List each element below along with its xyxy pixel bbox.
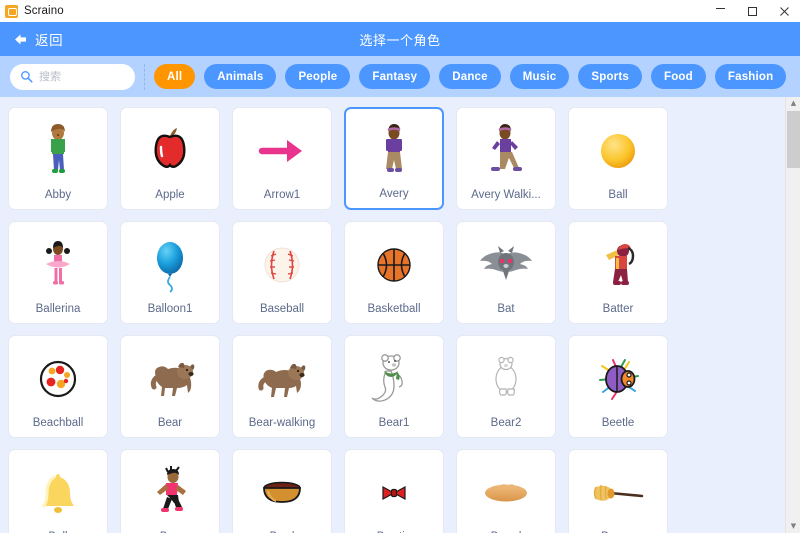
sprite-card[interactable]: Balloon1: [120, 221, 220, 324]
sprite-card[interactable]: Apple: [120, 107, 220, 210]
bowl-icon: [233, 450, 331, 531]
bear-walking-icon: [233, 336, 331, 417]
sprite-card-label: Bat: [497, 303, 515, 316]
sprite-card-label: Batter: [602, 303, 634, 316]
sprite-card-label: Avery: [379, 188, 409, 201]
scrollbar-thumb[interactable]: [787, 111, 800, 168]
window-controls: [704, 0, 800, 22]
sprite-card-label: Baseball: [259, 303, 305, 316]
close-button[interactable]: [768, 0, 800, 22]
broom-icon: [569, 450, 667, 531]
baseball-icon: [233, 222, 331, 303]
sprite-card[interactable]: Bear1: [344, 335, 444, 438]
boy-running-icon: [121, 450, 219, 531]
minimize-button[interactable]: [704, 0, 736, 22]
category-tag-music[interactable]: Music: [509, 64, 570, 89]
bear-outline-icon: [457, 336, 555, 417]
page-title: 选择一个角色: [359, 32, 441, 48]
category-tag-dance[interactable]: Dance: [439, 64, 501, 89]
sprite-card[interactable]: Avery: [344, 107, 444, 210]
sprite-card[interactable]: Arrow1: [232, 107, 332, 210]
sprite-card[interactable]: Broom: [568, 449, 668, 533]
sprite-card-label: Arrow1: [263, 189, 301, 202]
sprite-card-label: Ball: [608, 189, 628, 202]
vertical-scrollbar[interactable]: ▲ ▼: [785, 97, 800, 533]
filter-bar: All Animals People Fantasy Dance Music Sports F…: [0, 56, 800, 97]
sprite-card-label: Ballerina: [35, 303, 81, 316]
batter-icon: [569, 222, 667, 303]
scroll-down-arrow-icon[interactable]: ▼: [786, 520, 800, 533]
category-tag-list: All Animals People Fantasy Dance Music Sports F…: [154, 64, 800, 89]
sprite-card-label: Abby: [44, 189, 72, 202]
boy-walking-icon: [457, 108, 555, 189]
sprite-card[interactable]: Ballerina: [8, 221, 108, 324]
back-button[interactable]: 返回: [13, 22, 63, 56]
category-tag-people[interactable]: People: [285, 64, 351, 89]
app-title: Scraino: [24, 5, 64, 17]
category-tag-sports[interactable]: Sports: [578, 64, 642, 89]
sprite-card-label: Avery Walki...: [471, 189, 541, 202]
beachball-icon: [9, 336, 107, 417]
back-button-label: 返回: [35, 33, 64, 48]
sprite-card[interactable]: Bear-walking: [232, 335, 332, 438]
arrow-right-pink-icon: [233, 108, 331, 189]
sprite-card-label: Bear-walking: [248, 417, 316, 430]
beetle-icon: [569, 336, 667, 417]
search-input[interactable]: [39, 70, 127, 83]
sprite-card[interactable]: Bat: [456, 221, 556, 324]
ballerina-icon: [9, 222, 107, 303]
category-tag-fashion[interactable]: Fashion: [714, 64, 787, 89]
sprite-card[interactable]: Beachball: [8, 335, 108, 438]
category-tag-animals[interactable]: Animals: [204, 64, 277, 89]
filter-divider: [144, 63, 145, 90]
sprite-card[interactable]: Basketball: [344, 221, 444, 324]
blue-balloon-icon: [121, 222, 219, 303]
sprite-grid: Abby Apple Arrow1 Avery Avery Walki... B…: [0, 97, 785, 533]
sprite-card[interactable]: Batter: [568, 221, 668, 324]
sprite-card[interactable]: Ben: [120, 449, 220, 533]
app-logo-icon: [5, 4, 18, 18]
sprite-card-label: Bear2: [490, 417, 522, 430]
sprite-card[interactable]: Baseball: [232, 221, 332, 324]
boy-purple-shirt-icon: [346, 109, 442, 188]
sprite-card-label: Beachball: [32, 417, 84, 430]
category-tag-fantasy[interactable]: Fantasy: [359, 64, 431, 89]
category-tag-all[interactable]: All: [154, 64, 196, 89]
girl-green-shirt-icon: [9, 108, 107, 189]
bowtie-icon: [345, 450, 443, 531]
bell-icon: [9, 450, 107, 531]
sprite-library-panel: Abby Apple Arrow1 Avery Avery Walki... B…: [0, 97, 800, 533]
search-icon: [20, 70, 33, 83]
yellow-ball-icon: [569, 108, 667, 189]
sprite-card[interactable]: Abby: [8, 107, 108, 210]
sprite-card-label: Balloon1: [147, 303, 193, 316]
sprite-card-label: Apple: [155, 189, 185, 202]
sprite-card[interactable]: Bell: [8, 449, 108, 533]
sprite-card[interactable]: Bear2: [456, 335, 556, 438]
arrow-left-icon: [13, 32, 28, 47]
category-tag-food[interactable]: Food: [650, 64, 706, 89]
bear-icon: [121, 336, 219, 417]
sprite-card[interactable]: Bowl: [232, 449, 332, 533]
apple-icon: [121, 108, 219, 189]
sprite-card-label: Basketball: [367, 303, 421, 316]
window-titlebar: Scraino: [0, 0, 800, 22]
sprite-card[interactable]: Bear: [120, 335, 220, 438]
bear-outline-scarf-icon: [345, 336, 443, 417]
bread-icon: [457, 450, 555, 531]
sprite-card-label: Bear: [157, 417, 183, 430]
scroll-up-arrow-icon[interactable]: ▲: [786, 97, 800, 110]
sprite-card[interactable]: Beetle: [568, 335, 668, 438]
sprite-card[interactable]: Ball: [568, 107, 668, 210]
sprite-card-label: Bear1: [378, 417, 410, 430]
search-box[interactable]: [10, 63, 135, 90]
page-header: 返回 选择一个角色: [0, 22, 800, 56]
basketball-icon: [345, 222, 443, 303]
sprite-card[interactable]: Bowtie: [344, 449, 444, 533]
bat-icon: [457, 222, 555, 303]
sprite-card-label: Beetle: [601, 417, 635, 430]
sprite-card[interactable]: Avery Walki...: [456, 107, 556, 210]
maximize-button[interactable]: [736, 0, 768, 22]
sprite-card[interactable]: Bread: [456, 449, 556, 533]
